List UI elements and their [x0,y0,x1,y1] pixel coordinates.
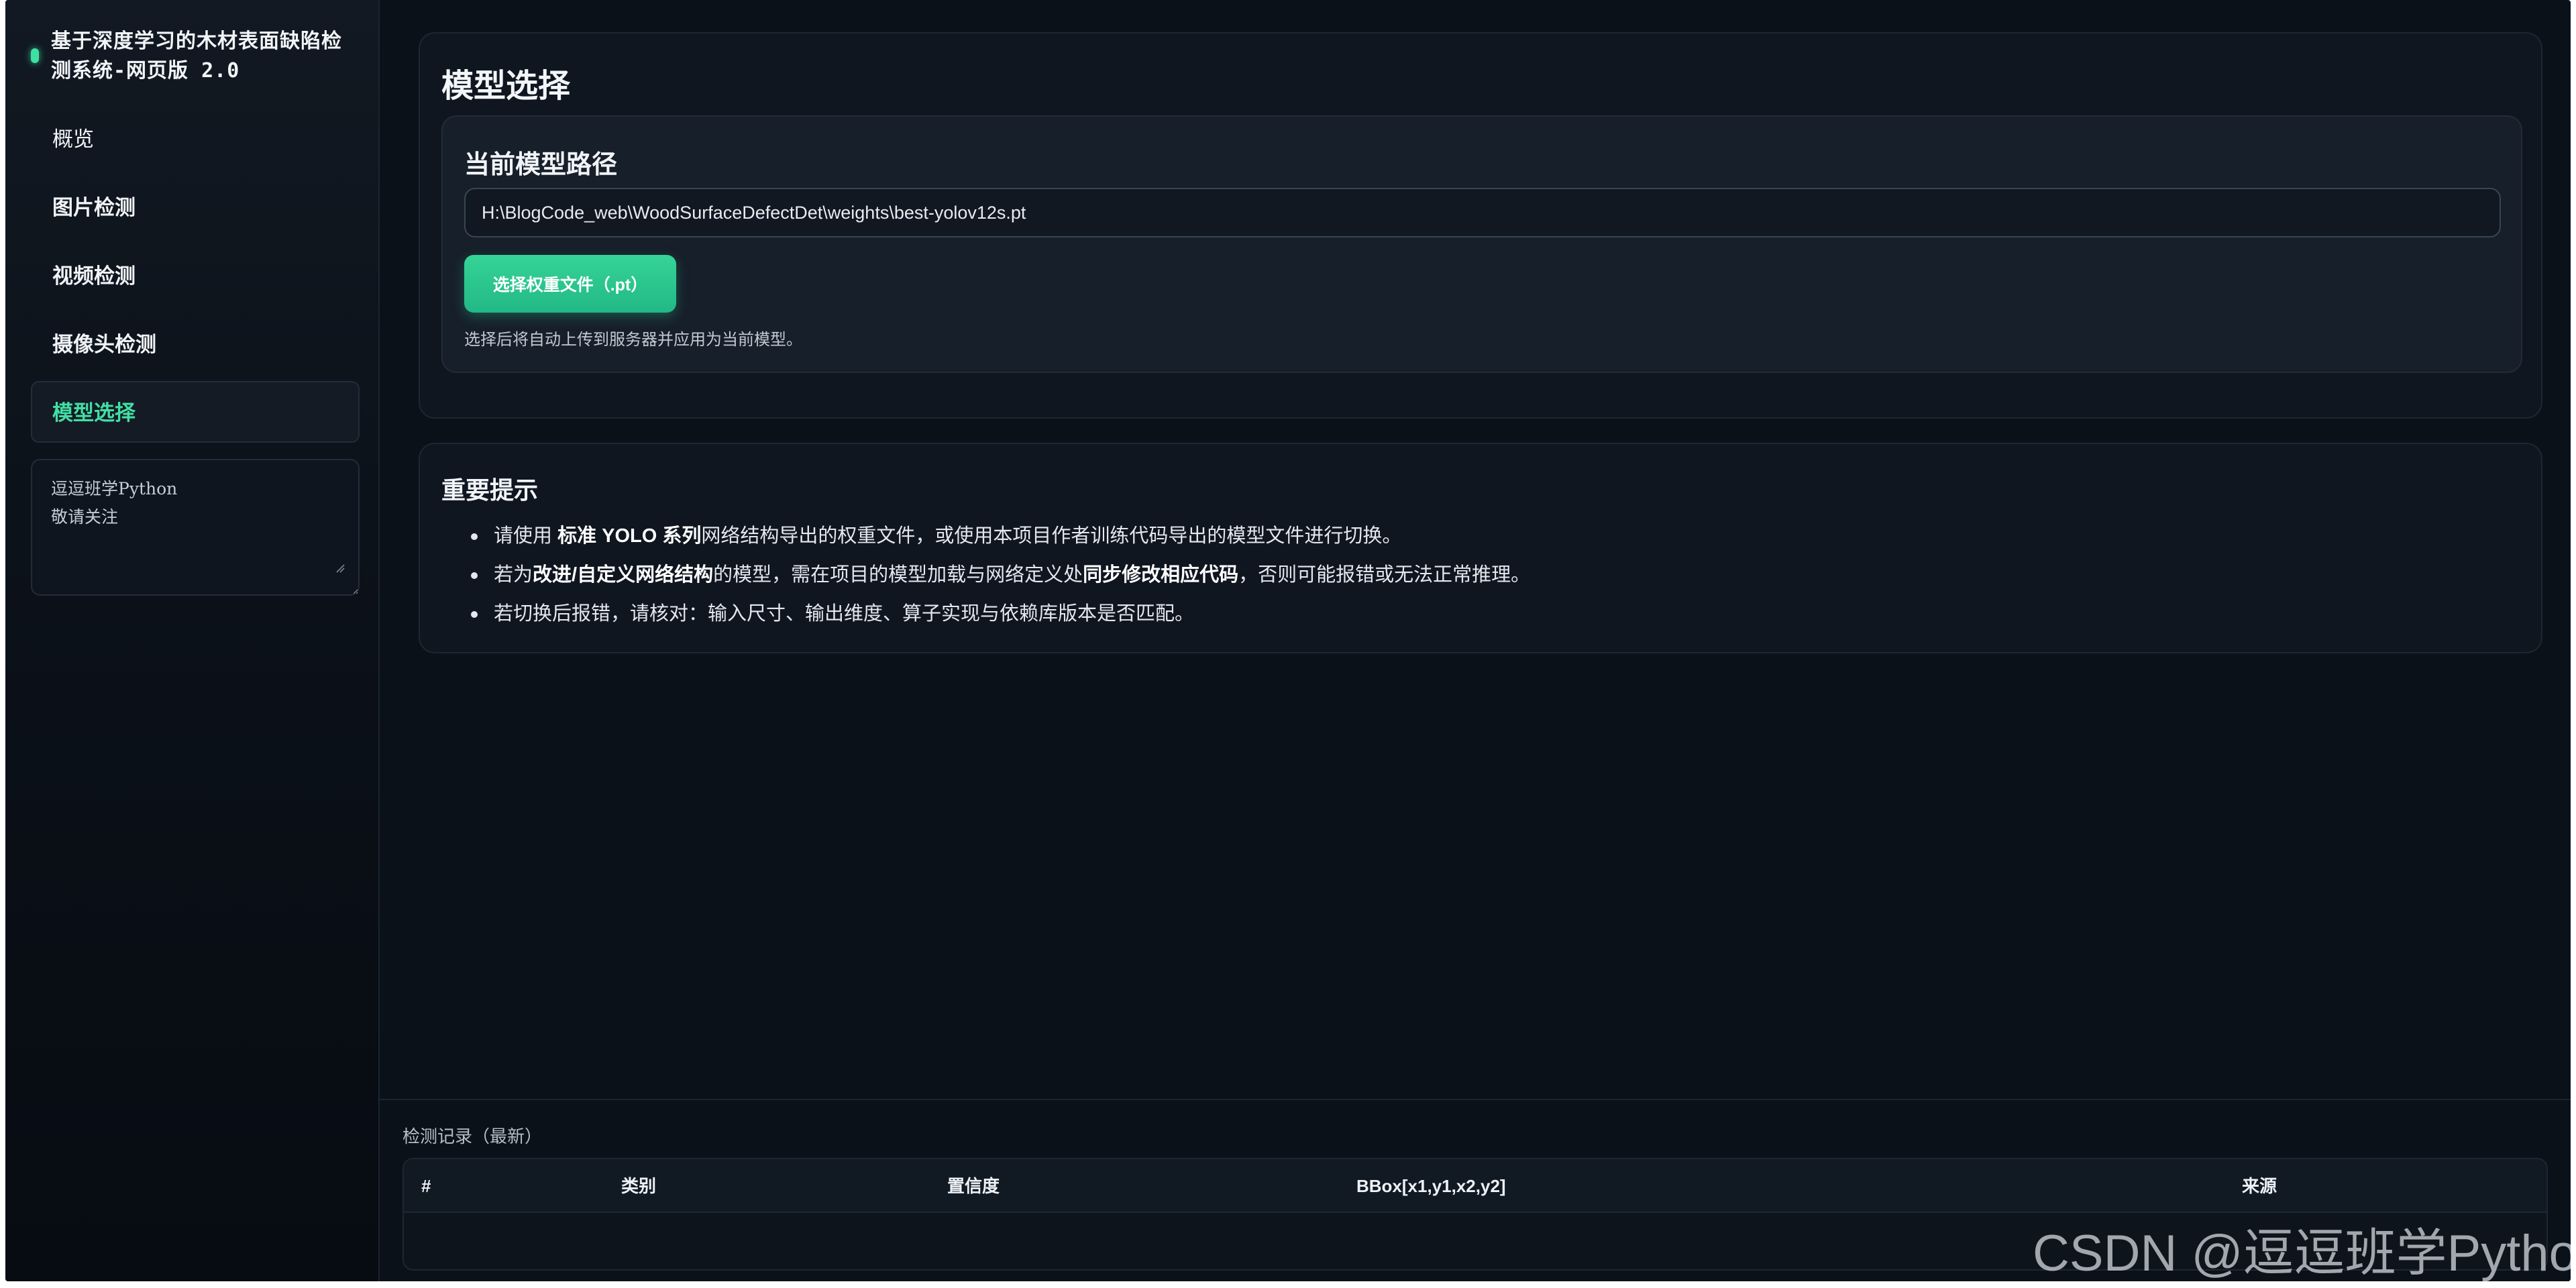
main-content: 模型选择 当前模型路径 选择权重文件（.pt） 选择后将自动上传到服务器并应用为… [380,0,2571,1281]
status-dot-icon [31,48,39,63]
sidebar-item-model-select[interactable]: 模型选择 [31,381,360,443]
notice-panel: 重要提示 请使用 标准 YOLO 系列网络结构导出的权重文件，或使用本项目作者训… [419,443,2542,653]
app-window: 基于深度学习的木材表面缺陷检测系统-网页版 2.0 概览 图片检测 视频检测 摄… [5,0,2571,1281]
sidebar: 基于深度学习的木材表面缺陷检测系统-网页版 2.0 概览 图片检测 视频检测 摄… [5,0,380,1281]
table-header: # 类别 置信度 BBox[x1,y1,x2,y2] 来源 [404,1159,2546,1213]
sidebar-item-camera-detection[interactable]: 摄像头检测 [31,313,360,374]
watermark: CSDN @逗逗班学Python [2033,1225,2571,1281]
notice-item: 请使用 标准 YOLO 系列网络结构导出的权重文件，或使用本项目作者训练代码导出… [471,517,2439,555]
column-header-confidence: 置信度 [947,1176,1000,1196]
sidebar-item-video-detection[interactable]: 视频检测 [31,244,360,306]
sidebar-nav: 概览 图片检测 视频检测 摄像头检测 模型选择 [31,107,360,449]
model-path-input[interactable] [464,188,2501,237]
page-title: 模型选择 [441,68,571,104]
select-weights-button[interactable]: 选择权重文件（.pt） [464,255,676,313]
sidebar-item-overview[interactable]: 概览 [31,107,360,169]
current-path-heading: 当前模型路径 [464,151,618,179]
current-model-card: 当前模型路径 选择权重文件（.pt） 选择后将自动上传到服务器并应用为当前模型。 [441,115,2522,373]
upload-hint-text: 选择后将自动上传到服务器并应用为当前模型。 [464,331,802,349]
note-textarea[interactable]: 逗逗班学Python 敬请关注 [31,459,360,596]
column-header-bbox: BBox[x1,y1,x2,y2] [1356,1176,1506,1196]
brand: 基于深度学习的木材表面缺陷检测系统-网页版 2.0 [31,27,353,87]
column-header-source: 来源 [2242,1176,2277,1196]
records-title: 检测记录（最新） [402,1126,543,1146]
column-header-class: 类别 [621,1176,657,1196]
column-header-index: # [421,1176,431,1196]
app-title: 基于深度学习的木材表面缺陷检测系统-网页版 2.0 [51,30,342,83]
sidebar-item-image-detection[interactable]: 图片检测 [31,176,360,237]
notice-list: 请使用 标准 YOLO 系列网络结构导出的权重文件，或使用本项目作者训练代码导出… [471,517,2439,633]
notice-item: 若为改进/自定义网络结构的模型，需在项目的模型加载与网络定义处同步修改相应代码，… [471,555,2439,594]
model-select-panel: 模型选择 当前模型路径 选择权重文件（.pt） 选择后将自动上传到服务器并应用为… [419,32,2542,419]
notice-item: 若切换后报错，请核对：输入尺寸、输出维度、算子实现与依赖库版本是否匹配。 [471,594,2439,633]
notice-heading: 重要提示 [441,476,539,504]
